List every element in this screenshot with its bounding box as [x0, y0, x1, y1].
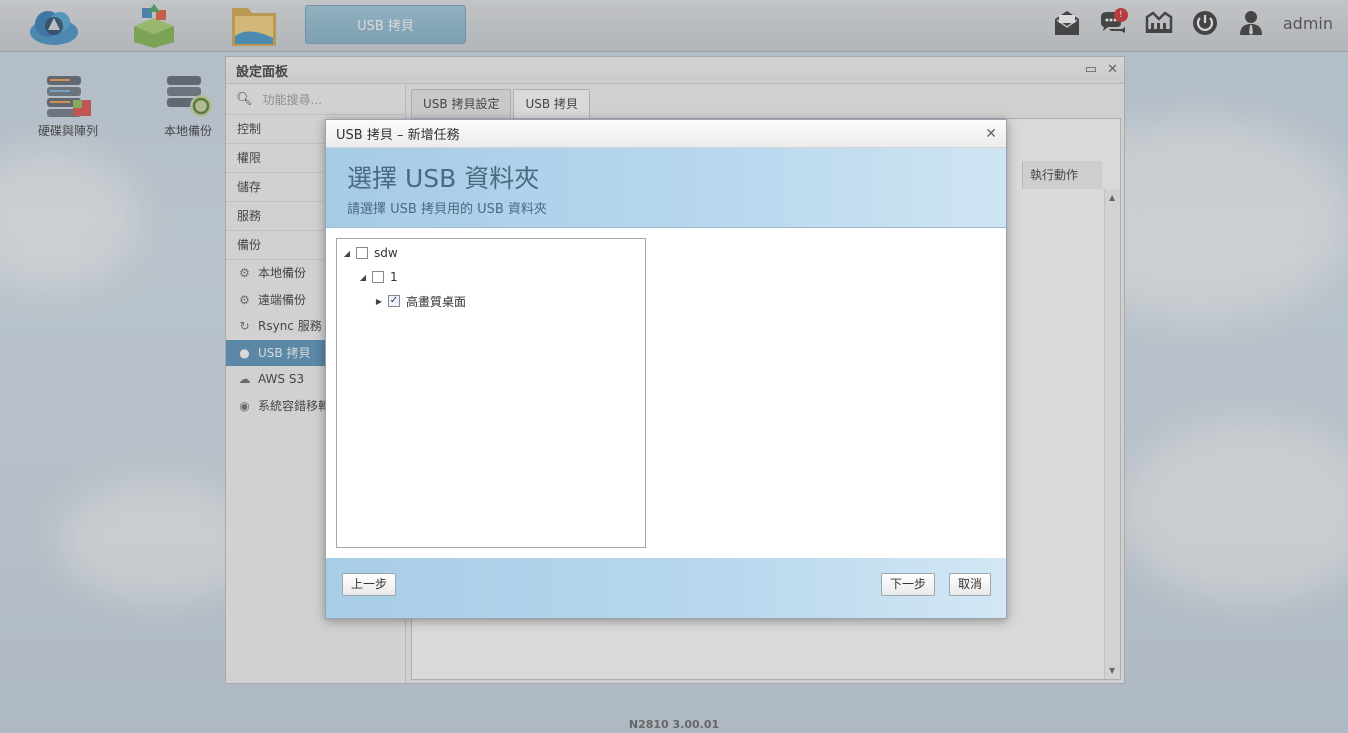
- dialog-banner: 選擇 USB 資料夾 請選擇 USB 拷貝用的 USB 資料夾: [326, 148, 1006, 228]
- tree-checkbox[interactable]: [356, 247, 368, 259]
- firmware-version: N2810 3.00.01: [628, 718, 720, 731]
- collapse-icon[interactable]: ◢: [341, 249, 353, 258]
- next-button[interactable]: 下一步: [881, 573, 936, 596]
- collapse-icon[interactable]: ◢: [357, 273, 369, 282]
- prev-button[interactable]: 上一步: [342, 573, 397, 596]
- tree-checkbox-checked[interactable]: ✓: [388, 295, 400, 307]
- expand-icon[interactable]: ▶: [373, 297, 385, 306]
- tree-node-label: sdw: [374, 246, 398, 260]
- dialog-heading: 選擇 USB 資料夾: [347, 164, 540, 193]
- tree-checkbox[interactable]: [372, 271, 384, 283]
- dialog-title: USB 拷貝 – 新增任務: [326, 120, 1006, 148]
- tree-node-hd-desktop[interactable]: ▶ ✓ 高畫質桌面: [337, 289, 645, 313]
- dialog-subheading: 請選擇 USB 拷貝用的 USB 資料夾: [347, 202, 547, 217]
- tree-node-label: 1: [390, 270, 398, 284]
- close-icon[interactable]: ✕: [985, 126, 997, 142]
- new-task-dialog: USB 拷貝 – 新增任務 ✕ 選擇 USB 資料夾 請選擇 USB 拷貝用的 …: [325, 119, 1007, 619]
- tree-node-1[interactable]: ◢ 1: [337, 265, 645, 289]
- cancel-button[interactable]: 取消: [949, 573, 992, 596]
- folder-tree: ◢ sdw ◢ 1 ▶ ✓ 高畫質桌面: [336, 238, 646, 548]
- tree-node-label: 高畫質桌面: [406, 294, 467, 309]
- dialog-footer: 上一步 下一步 取消: [326, 558, 1006, 618]
- tree-node-sdw[interactable]: ◢ sdw: [337, 241, 645, 265]
